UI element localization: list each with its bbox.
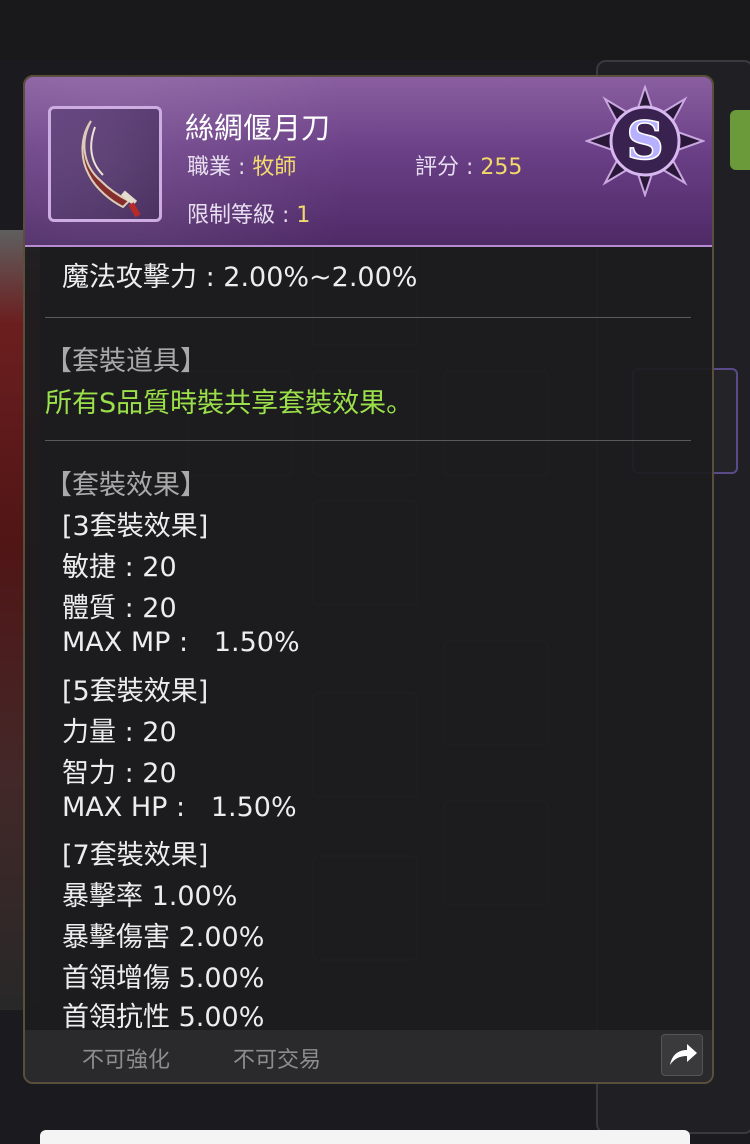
job-value: 牧師 — [252, 155, 297, 180]
divider — [45, 440, 691, 441]
score-label: 評分 : — [415, 155, 481, 180]
set-effects-header: 【套裝效果】 — [45, 470, 207, 501]
no-enhance-label: 不可強化 — [82, 1048, 171, 1073]
divider — [45, 317, 691, 318]
set-tier3-line: 敏捷 : 20 — [62, 552, 177, 583]
level-label: 限制等級 : — [187, 203, 297, 228]
green-button[interactable] — [730, 110, 750, 170]
bottom-bar — [40, 1130, 690, 1144]
job-label: 職業 : — [187, 155, 253, 180]
grade-s-badge-icon: S — [585, 85, 705, 197]
item-icon-frame — [48, 106, 162, 222]
set-tier5-line: 力量 : 20 — [62, 717, 177, 748]
grade-letter: S — [626, 111, 664, 172]
level-row: 限制等級 : 1 — [187, 197, 310, 229]
set-item-desc: 所有S品質時裝共享套裝效果。 — [45, 388, 414, 419]
set-tier7-title: [7套裝效果] — [62, 840, 209, 871]
share-button[interactable] — [661, 1034, 703, 1076]
set-tier7-line: 暴擊傷害 2.00% — [62, 922, 265, 953]
set-tier5-title: [5套裝效果] — [62, 676, 209, 707]
set-tier3-title: [3套裝效果] — [62, 511, 209, 542]
level-value: 1 — [296, 203, 311, 228]
score-row: 評分 : 255 — [415, 149, 522, 181]
tooltip-footer: 不可強化 不可交易 — [25, 1030, 712, 1082]
share-arrow-icon — [670, 1044, 697, 1065]
set-tier7-line: 首領增傷 5.00% — [62, 963, 265, 994]
score-value: 255 — [480, 155, 523, 180]
item-tooltip: 絲綢偃月刀 職業 : 牧師 評分 : 255 限制等級 : 1 S 魔法攻擊力 … — [23, 75, 714, 1084]
no-trade-label: 不可交易 — [233, 1048, 322, 1073]
job-row: 職業 : 牧師 — [187, 149, 296, 181]
stat-magic-attack: 魔法攻擊力 : 2.00%~2.00% — [62, 262, 418, 293]
tooltip-header: 絲綢偃月刀 職業 : 牧師 評分 : 255 限制等級 : 1 S — [25, 77, 712, 247]
item-name: 絲綢偃月刀 — [185, 111, 331, 145]
scimitar-icon — [81, 120, 141, 218]
set-tier5-line: 智力 : 20 — [62, 758, 177, 789]
set-tier3-line: MAX MP : 1.50% — [62, 627, 300, 658]
set-tier7-line: 暴擊率 1.00% — [62, 881, 238, 912]
set-tier7-line: 首領抗性 5.00% — [62, 1002, 265, 1033]
set-tier3-line: 體質 : 20 — [62, 593, 177, 624]
set-item-header: 【套裝道具】 — [45, 346, 207, 377]
set-tier5-line: MAX HP : 1.50% — [62, 792, 297, 823]
top-bar — [0, 0, 750, 60]
